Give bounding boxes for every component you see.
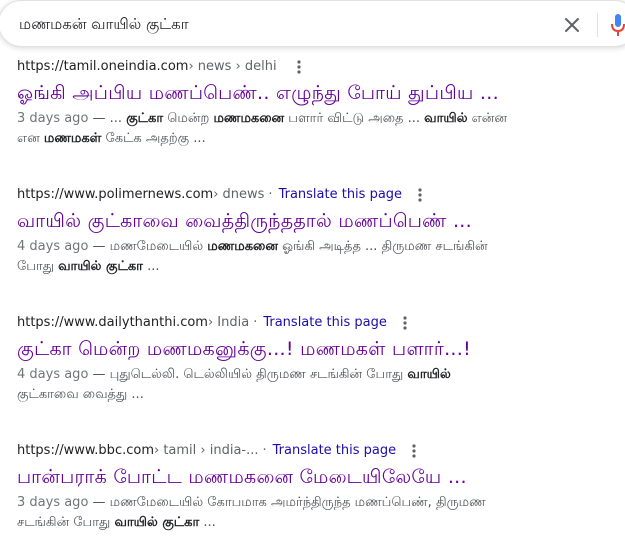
- snippet-text: ஓங்கி அடித்த ... திருமண சடங்கின்: [277, 239, 488, 254]
- snippet-keyword: வாயில்: [424, 111, 468, 126]
- result-citation: https://www.polimernews.com › dnews · Tr…: [17, 187, 617, 203]
- snippet-keyword: வாயில் குட்கா: [114, 515, 200, 530]
- snippet-text: ...: [199, 515, 216, 530]
- snippet-line-2: குட்காவை வைத்து ...: [17, 387, 144, 402]
- result-title-link[interactable]: பான்பராக் போட்ட மணமகனை மேடையிலேயே ...: [17, 465, 617, 489]
- search-result: https://www.bbc.com › tamil › india-... …: [17, 443, 617, 533]
- search-bar: மணமகன் வாயில் குட்கா: [0, 0, 625, 47]
- search-result: https://www.polimernews.com › dnews · Tr…: [17, 187, 617, 277]
- snippet-line-2: சடங்கின் போது வாயில் குட்கா ...: [17, 515, 216, 530]
- translate-page-link[interactable]: Translate this page: [273, 443, 396, 459]
- result-date: 3 days ago: [17, 111, 89, 126]
- snippet-keyword: வாயில்: [407, 367, 451, 382]
- snippet-text: ...: [142, 259, 160, 274]
- result-citation: https://www.dailythanthi.com › India · T…: [17, 315, 617, 331]
- citation-separator: ·: [268, 187, 273, 202]
- search-input[interactable]: மணமகன் வாயில் குட்கா: [19, 15, 189, 35]
- snippet-text: — மணமேடையில்: [88, 239, 208, 254]
- snippet-keyword: மணமகள்: [43, 131, 102, 146]
- result-title-link[interactable]: குட்கா மென்ற மணமகனுக்கு...! மணமகள் பளார்…: [17, 337, 617, 361]
- more-options-icon[interactable]: [297, 60, 301, 74]
- snippet-text: என: [17, 131, 44, 146]
- result-path: › India: [207, 315, 250, 330]
- result-citation: https://www.bbc.com › tamil › india-... …: [17, 443, 617, 459]
- result-url[interactable]: https://www.bbc.com: [17, 443, 154, 459]
- result-title-link[interactable]: வாயில் குட்காவை வைத்திருந்ததால் மணப்பெண்…: [17, 209, 617, 233]
- result-url[interactable]: https://www.dailythanthi.com: [17, 315, 208, 331]
- snippet-keyword: மணமகனை: [207, 239, 278, 254]
- result-url[interactable]: https://www.polimernews.com: [17, 187, 213, 203]
- result-path: › dnews: [213, 187, 265, 202]
- snippet-text: — புதுடெல்லி. டெல்லியில் திருமண சடங்கின்…: [88, 367, 408, 382]
- snippet-text: — ...: [88, 111, 127, 126]
- snippet-keyword: மணமகனை: [213, 111, 285, 126]
- result-date: 3 days ago: [17, 495, 89, 510]
- snippet-line-1: — மணமேடையில் மணமகனை ஓங்கி அடித்த ... திர…: [88, 239, 488, 254]
- result-title-link[interactable]: ஓங்கி அப்பிய மணப்பெண்.. எழுந்து போய் துப…: [17, 81, 617, 105]
- snippet-text: என்ன: [467, 111, 508, 126]
- snippet-text: — மணமேடையில் கோபமாக அமர்ந்திருந்த மணப்பெ…: [88, 495, 486, 510]
- search-divider: [597, 13, 598, 37]
- snippet-text: கேட்க அதற்கு ...: [101, 131, 206, 146]
- result-snippet: 4 days ago — புதுடெல்லி. டெல்லியில் திரு…: [17, 365, 617, 405]
- result-path: › tamil › india-...: [153, 443, 259, 458]
- microphone-icon[interactable]: [611, 14, 625, 36]
- snippet-text: போது: [17, 259, 59, 274]
- snippet-text: பளார் விட்டு அதை ...: [284, 111, 425, 126]
- snippet-line-1: — மணமேடையில் கோபமாக அமர்ந்திருந்த மணப்பெ…: [88, 495, 486, 510]
- clear-search-icon[interactable]: [562, 15, 582, 35]
- result-url[interactable]: https://tamil.oneindia.com: [17, 59, 188, 75]
- translate-page-link[interactable]: Translate this page: [279, 187, 402, 203]
- more-options-icon[interactable]: [418, 188, 422, 202]
- snippet-line-1: — புதுடெல்லி. டெல்லியில் திருமண சடங்கின்…: [88, 367, 451, 382]
- snippet-line-2: என மணமகள் கேட்க அதற்கு ...: [17, 131, 206, 146]
- result-citation: https://tamil.oneindia.com › news › delh…: [17, 59, 617, 75]
- snippet-keyword: வாயில் குட்கா: [58, 259, 143, 274]
- snippet-text: மென்ற: [163, 111, 214, 126]
- more-options-icon[interactable]: [412, 444, 416, 458]
- citation-separator: ·: [253, 315, 258, 330]
- result-date: 4 days ago: [17, 239, 89, 254]
- snippet-text: சடங்கின் போது: [17, 515, 115, 530]
- snippet-line-1: — ... குட்கா மென்ற மணமகனை பளார் விட்டு அ…: [88, 111, 508, 126]
- search-result: https://tamil.oneindia.com › news › delh…: [17, 59, 617, 149]
- more-options-icon[interactable]: [403, 316, 407, 330]
- result-snippet: 3 days ago — ... குட்கா மென்ற மணமகனை பளா…: [17, 109, 617, 149]
- snippet-line-2: போது வாயில் குட்கா ...: [17, 259, 159, 274]
- translate-page-link[interactable]: Translate this page: [263, 315, 386, 331]
- result-snippet: 4 days ago — மணமேடையில் மணமகனை ஓங்கி அடி…: [17, 237, 617, 277]
- snippet-text: குட்காவை வைத்து ...: [17, 387, 144, 402]
- result-date: 4 days ago: [17, 367, 89, 382]
- result-path: › news › delhi: [188, 59, 277, 74]
- snippet-keyword: குட்கா: [126, 111, 164, 126]
- result-snippet: 3 days ago — மணமேடையில் கோபமாக அமர்ந்திர…: [17, 493, 617, 533]
- search-result: https://www.dailythanthi.com › India · T…: [17, 315, 617, 405]
- citation-separator: ·: [262, 443, 267, 458]
